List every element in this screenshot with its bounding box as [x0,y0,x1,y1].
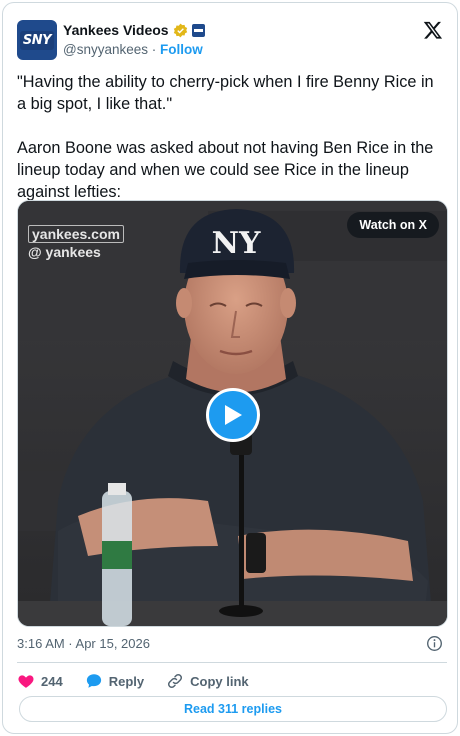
display-name[interactable]: Yankees Videos [63,22,169,38]
watch-on-x-button[interactable]: Watch on X [347,212,439,238]
follow-button[interactable]: Follow [160,42,203,57]
video-player[interactable]: NY yankees.com @ yankees Watch on X [17,200,448,627]
watermark-line1: yankees.com [28,225,124,243]
play-icon [225,405,242,425]
action-bar: 244 Reply Copy link [17,671,271,691]
copy-link-label: Copy link [190,673,249,689]
affiliate-badge-icon [191,23,205,37]
like-button[interactable]: 244 [17,672,63,690]
reply-label: Reply [108,673,145,689]
video-watermark: yankees.com @ yankees [28,225,124,261]
handle-row: @snyyankees · Follow [63,42,203,57]
heart-icon [18,675,34,688]
info-icon[interactable] [426,635,443,652]
watermark-line2: @ yankees [28,244,101,260]
read-replies-button[interactable]: Read 311 replies [19,696,447,722]
tweet-card: SNY Yankees Videos @snyyankees · Follow … [2,2,458,734]
like-count: 244 [41,673,63,689]
author-name-row: Yankees Videos [63,22,205,38]
svg-text:NY: NY [212,226,261,261]
x-logo-icon[interactable] [423,20,443,40]
link-icon [168,673,183,689]
handle[interactable]: @snyyankees [63,42,148,57]
reply-bubble-icon [86,674,101,688]
tweet-timestamp[interactable]: 3:16 AM · Apr 15, 2026 [17,636,150,651]
divider [17,662,447,663]
avatar-logo: SNY [19,30,55,50]
reply-button[interactable]: Reply [85,672,144,690]
play-button[interactable] [206,388,260,442]
avatar[interactable]: SNY [17,20,57,60]
verified-badge-icon [173,23,187,37]
copy-link-button[interactable]: Copy link [166,672,249,690]
separator: · [148,42,160,57]
tweet-text: "Having the ability to cherry-pick when … [17,73,434,201]
